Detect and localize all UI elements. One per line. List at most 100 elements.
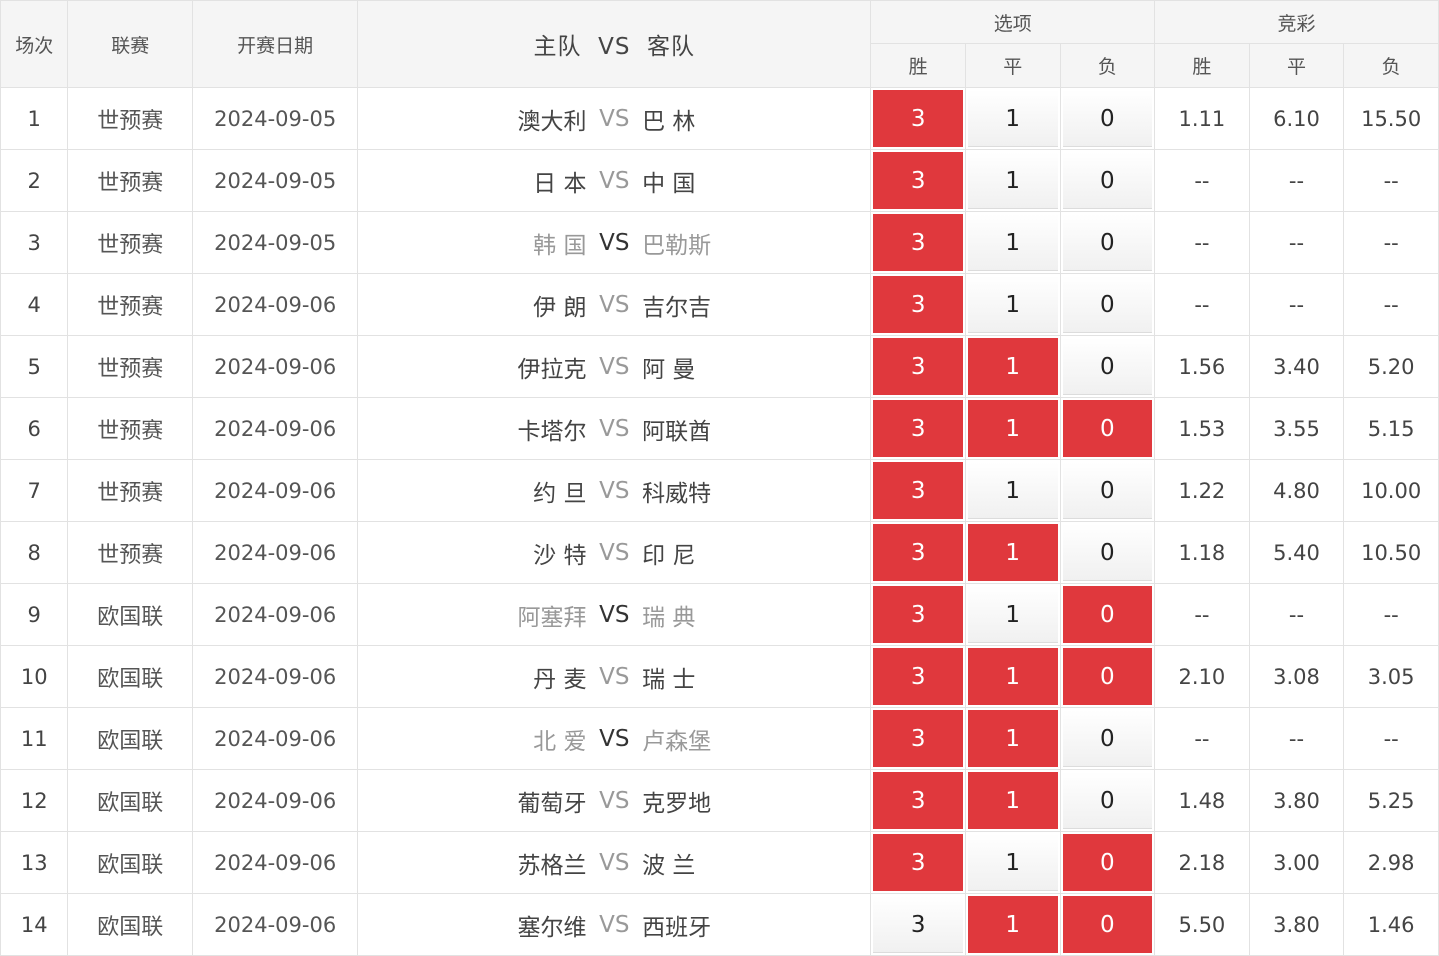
option-loss-cell: 0 <box>1059 87 1156 150</box>
option-loss-cell: 0 <box>1059 149 1156 212</box>
vs-label: VS <box>599 849 630 876</box>
row-date: 2024-09-06 <box>192 335 359 398</box>
odds-loss: 10.00 <box>1343 459 1439 522</box>
option-win-cell: 3 <box>870 521 966 584</box>
option-draw-cell: 1 <box>964 893 1061 956</box>
odds-loss: 5.15 <box>1343 397 1439 460</box>
option-win-button[interactable]: 3 <box>873 152 963 209</box>
option-win-button[interactable]: 3 <box>873 772 963 829</box>
odds-loss: -- <box>1343 211 1439 274</box>
row-match: 韩 国 VS 巴勒斯 <box>357 211 872 274</box>
vs-label: VS <box>599 787 630 814</box>
option-win-button[interactable]: 3 <box>873 710 963 767</box>
option-loss-button[interactable]: 0 <box>1062 90 1153 147</box>
option-loss-button[interactable]: 0 <box>1062 524 1153 581</box>
option-loss-button[interactable]: 0 <box>1062 152 1153 209</box>
row-date: 2024-09-05 <box>192 87 359 150</box>
option-win-button[interactable]: 3 <box>873 648 963 705</box>
option-win-button[interactable]: 3 <box>873 338 963 395</box>
option-loss-button[interactable]: 0 <box>1062 586 1153 643</box>
option-loss-button[interactable]: 0 <box>1062 214 1153 271</box>
table-body: 1 世预赛 2024-09-05 澳大利 VS 巴 林 3 1 0 1.11 6… <box>0 87 1439 956</box>
option-draw-button[interactable]: 1 <box>967 276 1058 333</box>
option-win-button[interactable]: 3 <box>873 896 963 953</box>
odds-loss: 15.50 <box>1343 87 1439 150</box>
away-team: 克罗地 <box>642 790 712 817</box>
option-draw-button[interactable]: 1 <box>967 772 1058 829</box>
match-teams: 北 爱 VS 卢森堡 <box>358 722 870 756</box>
row-idx: 1 <box>0 87 69 150</box>
row-match: 苏格兰 VS 波 兰 <box>357 831 872 894</box>
away-team: 瑞 典 <box>642 604 696 631</box>
option-draw-button[interactable]: 1 <box>967 524 1058 581</box>
option-loss-button[interactable]: 0 <box>1062 896 1153 953</box>
option-win-button[interactable]: 3 <box>873 524 963 581</box>
vs-label: VS <box>599 663 630 690</box>
option-loss-button[interactable]: 0 <box>1062 710 1153 767</box>
option-draw-button[interactable]: 1 <box>967 338 1058 395</box>
match-teams: 沙 特 VS 印 尼 <box>358 536 870 570</box>
option-draw-button[interactable]: 1 <box>967 214 1058 271</box>
row-idx: 13 <box>0 831 69 894</box>
option-win-cell: 3 <box>870 459 966 522</box>
option-draw-button[interactable]: 1 <box>967 90 1058 147</box>
option-loss-button[interactable]: 0 <box>1062 276 1153 333</box>
header-match: 主队 VS 客队 <box>357 0 872 88</box>
option-draw-button[interactable]: 1 <box>967 834 1058 891</box>
option-loss-button[interactable]: 0 <box>1062 338 1153 395</box>
odds-draw: -- <box>1248 149 1345 212</box>
row-date: 2024-09-06 <box>192 273 359 336</box>
option-draw-button[interactable]: 1 <box>967 152 1058 209</box>
match-teams: 卡塔尔 VS 阿联酋 <box>358 412 870 446</box>
odds-draw: -- <box>1248 583 1345 646</box>
table-row: 9 欧国联 2024-09-06 阿塞拜 VS 瑞 典 3 1 0 -- -- … <box>0 583 1439 646</box>
option-win-button[interactable]: 3 <box>873 90 963 147</box>
table-row: 2 世预赛 2024-09-05 日 本 VS 中 国 3 1 0 -- -- … <box>0 149 1439 212</box>
row-match: 澳大利 VS 巴 林 <box>357 87 872 150</box>
option-loss-cell: 0 <box>1059 583 1156 646</box>
option-draw-button[interactable]: 1 <box>967 586 1058 643</box>
row-league: 欧国联 <box>67 831 194 894</box>
option-win-button[interactable]: 3 <box>873 834 963 891</box>
option-loss-button[interactable]: 0 <box>1062 772 1153 829</box>
header-opt-loss: 负 <box>1059 43 1156 88</box>
odds-loss: -- <box>1343 583 1439 646</box>
option-win-button[interactable]: 3 <box>873 276 963 333</box>
vs-label: VS <box>599 291 630 318</box>
option-draw-button[interactable]: 1 <box>967 648 1058 705</box>
option-win-cell: 3 <box>870 893 966 956</box>
option-loss-button[interactable]: 0 <box>1062 648 1153 705</box>
option-loss-button[interactable]: 0 <box>1062 400 1153 457</box>
away-team: 中 国 <box>642 170 696 197</box>
option-draw-button[interactable]: 1 <box>967 710 1058 767</box>
table-row: 14 欧国联 2024-09-06 塞尔维 VS 西班牙 3 1 0 5.50 … <box>0 893 1439 956</box>
away-team: 波 兰 <box>642 852 696 879</box>
option-win-button[interactable]: 3 <box>873 462 963 519</box>
table-row: 1 世预赛 2024-09-05 澳大利 VS 巴 林 3 1 0 1.11 6… <box>0 87 1439 150</box>
option-win-button[interactable]: 3 <box>873 586 963 643</box>
header-jingcai: 竞彩 <box>1154 0 1439 44</box>
row-league: 世预赛 <box>67 149 194 212</box>
away-team: 巴 林 <box>642 108 696 135</box>
row-date: 2024-09-06 <box>192 707 359 770</box>
option-loss-button[interactable]: 0 <box>1062 834 1153 891</box>
row-league: 世预赛 <box>67 87 194 150</box>
away-team: 阿 曼 <box>642 356 696 383</box>
option-draw-button[interactable]: 1 <box>967 896 1058 953</box>
row-date: 2024-09-06 <box>192 397 359 460</box>
odds-win: -- <box>1154 583 1250 646</box>
odds-draw: 3.80 <box>1248 893 1345 956</box>
header-odds-win: 胜 <box>1154 43 1250 88</box>
option-draw-button[interactable]: 1 <box>967 400 1058 457</box>
option-win-cell: 3 <box>870 273 966 336</box>
option-draw-button[interactable]: 1 <box>967 462 1058 519</box>
option-win-button[interactable]: 3 <box>873 214 963 271</box>
odds-win: 1.22 <box>1154 459 1250 522</box>
row-match: 塞尔维 VS 西班牙 <box>357 893 872 956</box>
option-loss-button[interactable]: 0 <box>1062 462 1153 519</box>
table-row: 10 欧国联 2024-09-06 丹 麦 VS 瑞 士 3 1 0 2.10 … <box>0 645 1439 708</box>
option-draw-cell: 1 <box>964 211 1061 274</box>
option-win-cell: 3 <box>870 149 966 212</box>
match-teams: 伊 朗 VS 吉尔吉 <box>358 288 870 322</box>
option-win-button[interactable]: 3 <box>873 400 963 457</box>
